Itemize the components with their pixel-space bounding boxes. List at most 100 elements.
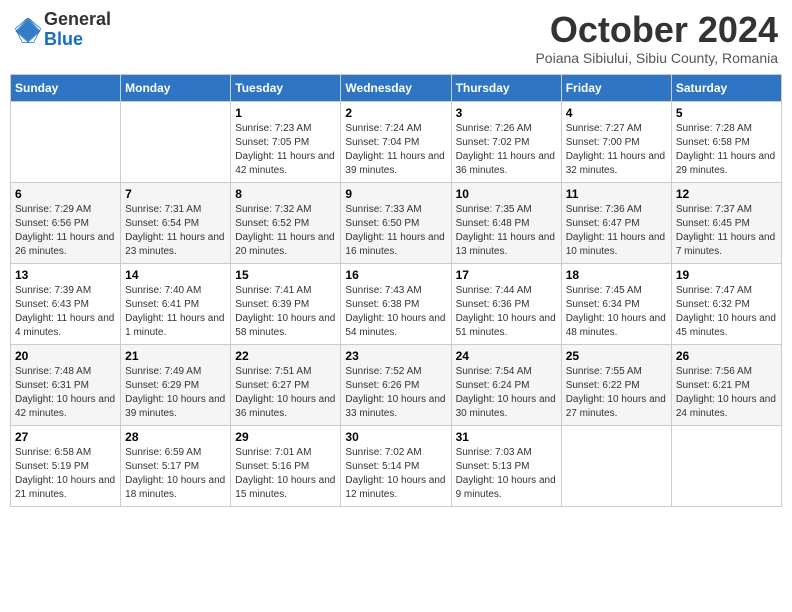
day-info: Sunrise: 7:40 AM Sunset: 6:41 PM Dayligh… [125,284,226,340]
day-number: 3 [456,106,557,120]
calendar-day-header: Sunday [11,74,121,101]
day-number: 15 [235,268,336,282]
calendar-cell: 7 Sunrise: 7:31 AM Sunset: 6:54 PM Daylig… [121,182,231,263]
calendar-cell: 13 Sunrise: 7:39 AM Sunset: 6:43 PM Dayli… [11,263,121,344]
calendar-cell: 19 Sunrise: 7:47 AM Sunset: 6:32 PM Dayli… [671,263,781,344]
day-info: Sunrise: 7:51 AM Sunset: 6:27 PM Dayligh… [235,365,336,421]
calendar-cell: 22 Sunrise: 7:51 AM Sunset: 6:27 PM Dayli… [231,344,341,425]
day-info: Sunrise: 7:55 AM Sunset: 6:22 PM Dayligh… [566,365,667,421]
calendar-cell: 29Sunrise: 7:01 AM Sunset: 5:16 PM Dayli… [231,425,341,506]
day-info: Sunrise: 7:36 AM Sunset: 6:47 PM Dayligh… [566,203,667,259]
page-header: GeneralBlue October 2024 Poiana Sibiului… [10,10,782,66]
day-number: 11 [566,187,667,201]
day-info: Sunrise: 7:52 AM Sunset: 6:26 PM Dayligh… [345,365,446,421]
calendar-cell: 3 Sunrise: 7:26 AM Sunset: 7:02 PM Daylig… [451,101,561,182]
calendar-cell: 27 Sunrise: 6:58 AM Sunset: 5:19 PM Dayli… [11,425,121,506]
logo: GeneralBlue [14,10,111,50]
calendar-cell: 26Sunrise: 7:56 AM Sunset: 6:21 PM Dayli… [671,344,781,425]
day-number: 27 [15,430,116,444]
calendar-cell: 6 Sunrise: 7:29 AM Sunset: 6:56 PM Daylig… [11,182,121,263]
day-info: Sunrise: 7:29 AM Sunset: 6:56 PM Dayligh… [15,203,116,259]
day-info: Sunrise: 7:47 AM Sunset: 6:32 PM Dayligh… [676,284,777,340]
day-number: 6 [15,187,116,201]
calendar-cell: 11 Sunrise: 7:36 AM Sunset: 6:47 PM Dayli… [561,182,671,263]
day-number: 13 [15,268,116,282]
day-number: 19 [676,268,777,282]
logo-text: GeneralBlue [44,10,111,50]
day-info: Sunrise: 7:24 AM Sunset: 7:04 PM Dayligh… [345,122,446,178]
calendar-week-row: 27 Sunrise: 6:58 AM Sunset: 5:19 PM Dayli… [11,425,782,506]
day-number: 12 [676,187,777,201]
day-info: Sunrise: 7:54 AM Sunset: 6:24 PM Dayligh… [456,365,557,421]
calendar-day-header: Wednesday [341,74,451,101]
day-number: 16 [345,268,446,282]
day-info: Sunrise: 7:01 AM Sunset: 5:16 PM Dayligh… [235,446,336,502]
calendar-cell: 5 Sunrise: 7:28 AM Sunset: 6:58 PM Daylig… [671,101,781,182]
day-number: 9 [345,187,446,201]
calendar-cell: 14 Sunrise: 7:40 AM Sunset: 6:41 PM Dayli… [121,263,231,344]
day-info: Sunrise: 7:28 AM Sunset: 6:58 PM Dayligh… [676,122,777,178]
calendar-day-header: Saturday [671,74,781,101]
day-number: 17 [456,268,557,282]
day-number: 25 [566,349,667,363]
calendar-body: 1Sunrise: 7:23 AM Sunset: 7:05 PM Daylig… [11,101,782,506]
calendar-day-header: Friday [561,74,671,101]
day-info: Sunrise: 7:45 AM Sunset: 6:34 PM Dayligh… [566,284,667,340]
day-info: Sunrise: 6:58 AM Sunset: 5:19 PM Dayligh… [15,446,116,502]
day-number: 4 [566,106,667,120]
location: Poiana Sibiului, Sibiu County, Romania [535,50,778,66]
day-number: 20 [15,349,116,363]
calendar-cell: 10 Sunrise: 7:35 AM Sunset: 6:48 PM Dayli… [451,182,561,263]
day-number: 5 [676,106,777,120]
day-number: 18 [566,268,667,282]
day-info: Sunrise: 7:26 AM Sunset: 7:02 PM Dayligh… [456,122,557,178]
day-info: Sunrise: 7:02 AM Sunset: 5:14 PM Dayligh… [345,446,446,502]
calendar-cell: 9 Sunrise: 7:33 AM Sunset: 6:50 PM Daylig… [341,182,451,263]
calendar-cell: 21Sunrise: 7:49 AM Sunset: 6:29 PM Dayli… [121,344,231,425]
calendar-week-row: 20 Sunrise: 7:48 AM Sunset: 6:31 PM Dayli… [11,344,782,425]
day-number: 2 [345,106,446,120]
day-info: Sunrise: 7:41 AM Sunset: 6:39 PM Dayligh… [235,284,336,340]
calendar-cell [671,425,781,506]
calendar-table: SundayMondayTuesdayWednesdayThursdayFrid… [10,74,782,507]
day-info: Sunrise: 7:35 AM Sunset: 6:48 PM Dayligh… [456,203,557,259]
day-info: Sunrise: 7:32 AM Sunset: 6:52 PM Dayligh… [235,203,336,259]
calendar-cell [11,101,121,182]
day-number: 22 [235,349,336,363]
day-number: 14 [125,268,226,282]
day-number: 23 [345,349,446,363]
day-number: 10 [456,187,557,201]
day-info: Sunrise: 6:59 AM Sunset: 5:17 PM Dayligh… [125,446,226,502]
calendar-cell: 1Sunrise: 7:23 AM Sunset: 7:05 PM Daylig… [231,101,341,182]
day-info: Sunrise: 7:37 AM Sunset: 6:45 PM Dayligh… [676,203,777,259]
calendar-cell: 8Sunrise: 7:32 AM Sunset: 6:52 PM Daylig… [231,182,341,263]
day-info: Sunrise: 7:03 AM Sunset: 5:13 PM Dayligh… [456,446,557,502]
calendar-day-header: Thursday [451,74,561,101]
day-number: 7 [125,187,226,201]
calendar-cell: 17Sunrise: 7:44 AM Sunset: 6:36 PM Dayli… [451,263,561,344]
calendar-cell [121,101,231,182]
calendar-cell: 15 Sunrise: 7:41 AM Sunset: 6:39 PM Dayli… [231,263,341,344]
calendar-week-row: 1Sunrise: 7:23 AM Sunset: 7:05 PM Daylig… [11,101,782,182]
day-info: Sunrise: 7:31 AM Sunset: 6:54 PM Dayligh… [125,203,226,259]
calendar-week-row: 13 Sunrise: 7:39 AM Sunset: 6:43 PM Dayli… [11,263,782,344]
day-number: 28 [125,430,226,444]
day-number: 30 [345,430,446,444]
day-info: Sunrise: 7:43 AM Sunset: 6:38 PM Dayligh… [345,284,446,340]
calendar-cell: 4Sunrise: 7:27 AM Sunset: 7:00 PM Daylig… [561,101,671,182]
day-info: Sunrise: 7:48 AM Sunset: 6:31 PM Dayligh… [15,365,116,421]
calendar-cell: 2 Sunrise: 7:24 AM Sunset: 7:04 PM Daylig… [341,101,451,182]
calendar-cell: 23 Sunrise: 7:52 AM Sunset: 6:26 PM Dayli… [341,344,451,425]
day-number: 31 [456,430,557,444]
calendar-cell: 31 Sunrise: 7:03 AM Sunset: 5:13 PM Dayli… [451,425,561,506]
calendar-cell: 25 Sunrise: 7:55 AM Sunset: 6:22 PM Dayli… [561,344,671,425]
day-info: Sunrise: 7:33 AM Sunset: 6:50 PM Dayligh… [345,203,446,259]
calendar-cell: 30 Sunrise: 7:02 AM Sunset: 5:14 PM Dayli… [341,425,451,506]
day-info: Sunrise: 7:39 AM Sunset: 6:43 PM Dayligh… [15,284,116,340]
day-number: 24 [456,349,557,363]
title-section: October 2024 Poiana Sibiului, Sibiu Coun… [535,10,778,66]
day-number: 26 [676,349,777,363]
day-number: 1 [235,106,336,120]
calendar-week-row: 6 Sunrise: 7:29 AM Sunset: 6:56 PM Daylig… [11,182,782,263]
calendar-cell: 16 Sunrise: 7:43 AM Sunset: 6:38 PM Dayli… [341,263,451,344]
